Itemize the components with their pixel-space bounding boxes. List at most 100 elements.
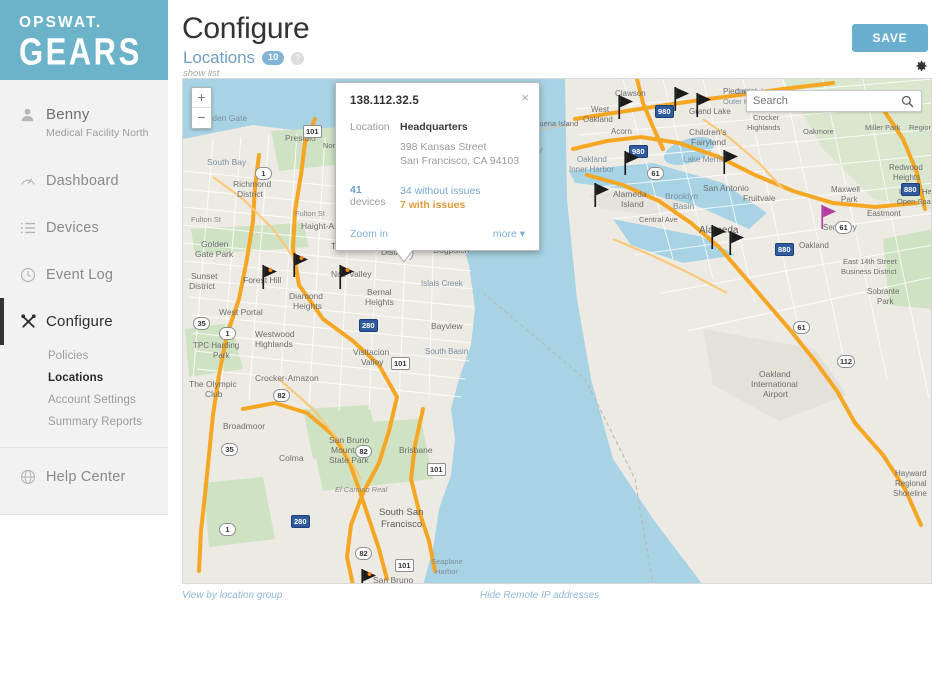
map-location-marker[interactable] (728, 231, 752, 262)
location-popup[interactable]: 138.112.32.5 × Location Headquarters 398… (335, 82, 540, 263)
popup-address-line-2: San Francisco, CA 94103 (400, 155, 520, 167)
highway-shield: 280 (291, 515, 310, 528)
map-label: Shoreline (893, 489, 927, 498)
map-container[interactable]: Golden Gate South Bay Presidio Richmond Dist… (182, 78, 932, 584)
map-label: Seaplane (431, 557, 463, 566)
popup-device-number: 41 (350, 184, 362, 196)
highway-shield: 61 (793, 321, 810, 334)
map-label: El Camino Real (335, 485, 388, 494)
save-button[interactable]: SAVE (852, 24, 928, 52)
map-search-box[interactable] (746, 90, 922, 112)
map-canvas (183, 79, 931, 583)
subtitle-row: Locations 10 ? (183, 48, 305, 68)
map-location-marker[interactable] (360, 569, 384, 583)
map-label: Oakland (583, 115, 613, 124)
map-label: Diamond (289, 291, 324, 301)
popup-more-link[interactable]: more ▾ (493, 228, 525, 240)
popup-zoom-in-link[interactable]: Zoom in (350, 228, 388, 240)
map-label: Visitacion (353, 347, 390, 357)
highway-shield: 880 (901, 183, 920, 196)
map-label: Fruitvale (743, 193, 776, 203)
popup-address-line-1: 398 Kansas Street (400, 141, 487, 153)
map-location-marker[interactable] (617, 95, 641, 126)
highway-shield: 35 (221, 443, 238, 456)
highway-shield: 980 (655, 105, 674, 118)
highway-shield: 101 (395, 559, 414, 572)
popup-without-issues[interactable]: 34 without issues (400, 184, 481, 198)
subnav-item-locations[interactable]: Locations (0, 367, 168, 389)
sidebar-item-configure[interactable]: Configure (0, 298, 168, 345)
sidebar-item-dashboard[interactable]: Dashboard (0, 157, 168, 204)
popup-device-word: devices (350, 196, 386, 208)
zoom-out-button[interactable]: − (192, 108, 211, 128)
sidebar-item-help-center[interactable]: Help Center (0, 453, 168, 500)
user-icon (20, 107, 46, 122)
map-label: Sobrante (867, 287, 900, 296)
sidebar-label-event-log: Event Log (46, 266, 114, 283)
map-label: Harbor (435, 567, 458, 576)
map-label: Sunset (191, 271, 218, 281)
globe-icon (20, 469, 46, 485)
map-zoom-control[interactable]: + − (191, 87, 212, 129)
map-label: Lake Merritt (683, 155, 726, 164)
sidebar-item-event-log[interactable]: Event Log (0, 251, 168, 298)
highway-shield: 112 (837, 355, 856, 368)
subnav-item-account-settings[interactable]: Account Settings (0, 389, 168, 411)
map-label: Fulton St (295, 209, 326, 218)
hide-remote-ip-link[interactable]: Hide Remote IP addresses (480, 590, 599, 601)
view-by-location-group-link[interactable]: View by location group (182, 590, 282, 601)
gear-icon[interactable] (914, 59, 928, 78)
user-row[interactable]: Benny (0, 102, 168, 126)
map-label: Business District (841, 267, 897, 276)
map-label: South San (379, 507, 424, 518)
map-location-marker[interactable] (820, 205, 844, 236)
map-label: Oakland (759, 369, 791, 379)
sidebar-label-dashboard: Dashboard (46, 172, 119, 189)
question-icon[interactable]: ? (291, 51, 305, 65)
map-label: Fairyland (691, 137, 726, 147)
search-icon[interactable] (901, 95, 921, 108)
map-label: Inner Harbor (569, 165, 614, 174)
map-label: Central Ave (639, 215, 678, 224)
active-indicator (0, 298, 4, 345)
map-label: Brisbane (399, 445, 433, 455)
map-location-marker[interactable] (722, 150, 746, 181)
map-location-marker[interactable] (695, 93, 719, 124)
map-label: Colma (279, 453, 304, 463)
close-icon[interactable]: × (521, 91, 529, 104)
map-location-marker[interactable] (261, 265, 285, 296)
popup-with-issues[interactable]: 7 with issues (400, 198, 481, 212)
map-label: Gate Park (195, 249, 234, 259)
highway-shield: 880 (775, 243, 794, 256)
map-location-marker[interactable] (623, 151, 647, 182)
map-label: Island (621, 199, 644, 209)
map-label: Crocker (753, 113, 780, 122)
map-label: Eastmont (867, 209, 901, 218)
sidebar-item-devices[interactable]: Devices (0, 204, 168, 251)
map-location-marker[interactable] (338, 265, 362, 296)
search-input[interactable] (747, 95, 901, 107)
brand-logo[interactable]: OPSWAT. GEARS (0, 0, 168, 80)
subnav-item-summary-reports[interactable]: Summary Reports (0, 411, 168, 433)
sidebar-user[interactable]: Benny Medical Facility North (0, 80, 168, 157)
sidebar-subnav: Policies Locations Account Settings Summ… (0, 345, 168, 447)
map-label: Highlands (255, 339, 293, 349)
list-icon (20, 221, 46, 235)
map-label: Park (877, 297, 894, 306)
page-subtitle[interactable]: Locations (183, 48, 255, 68)
popup-footer: Zoom in more ▾ (350, 228, 525, 240)
highway-shield: 82 (355, 445, 372, 458)
map-location-marker[interactable] (292, 253, 316, 284)
popup-issue-summary: 34 without issues 7 with issues (400, 184, 481, 212)
map-label: Club (205, 389, 223, 399)
map-location-marker[interactable] (673, 87, 697, 118)
zoom-in-button[interactable]: + (192, 88, 211, 108)
map-label: Redwood (889, 163, 923, 172)
sidebar-label-devices: Devices (46, 219, 99, 236)
subnav-item-policies[interactable]: Policies (0, 345, 168, 367)
map-location-marker[interactable] (593, 183, 617, 214)
highway-shield: 101 (391, 357, 410, 370)
map-label: Maxwell (831, 185, 860, 194)
map-label: Highlands (747, 123, 781, 132)
map-label: Airport (763, 389, 789, 399)
